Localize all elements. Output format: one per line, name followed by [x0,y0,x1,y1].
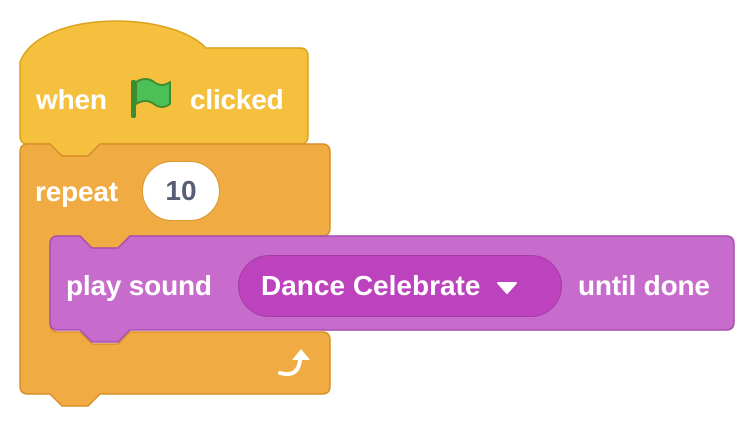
sound-dropdown[interactable]: Dance Celebrate [238,255,562,317]
clicked-label: clicked [190,84,284,115]
script-area: when clicked repeat 10 play sound Dance … [0,0,754,428]
caret-down-icon [496,270,518,302]
repeat-count-input[interactable]: 10 [142,161,220,221]
sound-dropdown-value: Dance Celebrate [261,270,481,301]
repeat-label: repeat [35,176,118,207]
blocks-canvas [19,20,735,407]
until-done-label: until done [578,270,710,301]
when-label: when [36,84,107,115]
play-sound-label: play sound [66,270,212,301]
